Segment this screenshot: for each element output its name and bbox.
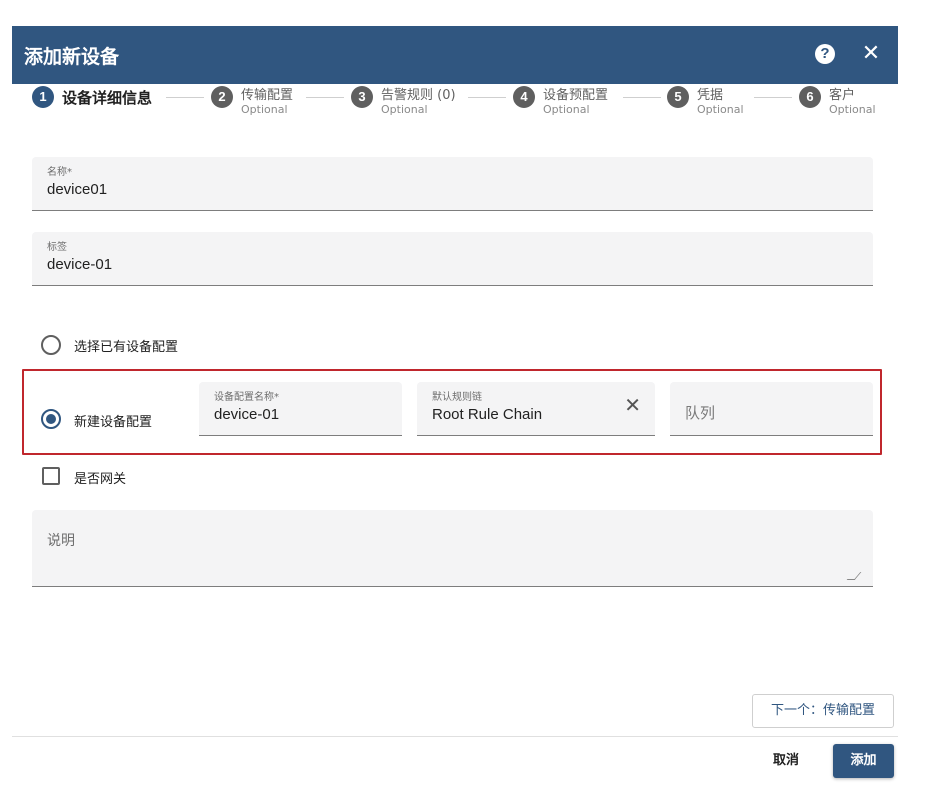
step-connector [468,97,506,98]
step-number: 5 [667,86,689,108]
step-label: 设备详细信息 [62,89,153,107]
step-label: 凭据 [697,88,724,103]
dialog-titlebar: 添加新设备 ? ✕ [12,26,898,84]
resize-handle-icon[interactable] [846,572,862,580]
rule-chain-label: 默认规则链 [432,392,482,403]
step-connector [166,97,204,98]
step-optional: Optional [697,103,744,116]
add-button[interactable]: 添加 [833,744,894,778]
existing-profile-label: 选择已有设备配置 [74,340,179,355]
profile-name-value[interactable]: device-01 [214,406,279,423]
label-field-label: 标签 [47,242,67,253]
step-number: 6 [799,86,821,108]
description-textarea[interactable]: 说明 [32,510,873,587]
step-device-details[interactable]: 1 设备详细信息 [32,84,162,120]
gateway-label: 是否网关 [74,472,127,487]
queue-field[interactable]: 队列 [670,382,873,436]
rule-chain-field[interactable]: 默认规则链 Root Rule Chain ✕ [417,382,655,436]
step-optional: Optional [241,103,288,116]
step-connector [306,97,344,98]
step-number: 2 [211,86,233,108]
existing-profile-radio[interactable] [41,335,61,355]
queue-placeholder: 队列 [685,404,716,422]
step-credentials[interactable]: 5 凭据 Optional [667,84,747,120]
name-field-value[interactable]: device01 [47,181,107,198]
step-label: 客户 [829,88,856,103]
step-optional: Optional [381,103,428,116]
step-label: 告警规则 (0) [381,88,456,103]
name-field[interactable]: 名称* device01 [32,157,873,211]
cancel-button[interactable]: 取消 [760,745,812,777]
new-profile-radio[interactable] [41,409,61,429]
step-connector [623,97,661,98]
step-transport-config[interactable]: 2 传输配置 Optional [211,84,303,120]
close-icon[interactable]: ✕ [861,41,881,65]
profile-name-label: 设备配置名称* [214,392,279,403]
step-label: 传输配置 [241,88,294,103]
step-device-provisioning[interactable]: 4 设备预配置 Optional [513,84,618,120]
rule-chain-value[interactable]: Root Rule Chain [432,406,542,423]
new-profile-label: 新建设备配置 [74,415,153,430]
step-number: 3 [351,86,373,108]
profile-name-field[interactable]: 设备配置名称* device-01 [199,382,402,436]
gateway-checkbox[interactable] [42,467,60,485]
next-step-button[interactable]: 下一个：传输配置 [752,694,894,728]
step-label: 设备预配置 [543,88,609,103]
step-connector [754,97,792,98]
label-field[interactable]: 标签 device-01 [32,232,873,286]
step-number: 4 [513,86,535,108]
help-icon[interactable]: ? [815,44,835,64]
step-optional: Optional [543,103,590,116]
step-alarm-rules[interactable]: 3 告警规则 (0) Optional [351,84,463,120]
description-placeholder: 说明 [47,533,75,549]
step-number: 1 [32,86,54,108]
step-optional: Optional [829,103,876,116]
dialog-title: 添加新设备 [24,46,120,68]
label-field-value[interactable]: device-01 [47,256,112,273]
name-field-label: 名称* [47,167,72,178]
actions-divider [12,736,898,737]
step-customer[interactable]: 6 客户 Optional [799,84,879,120]
clear-icon[interactable]: ✕ [624,396,641,416]
